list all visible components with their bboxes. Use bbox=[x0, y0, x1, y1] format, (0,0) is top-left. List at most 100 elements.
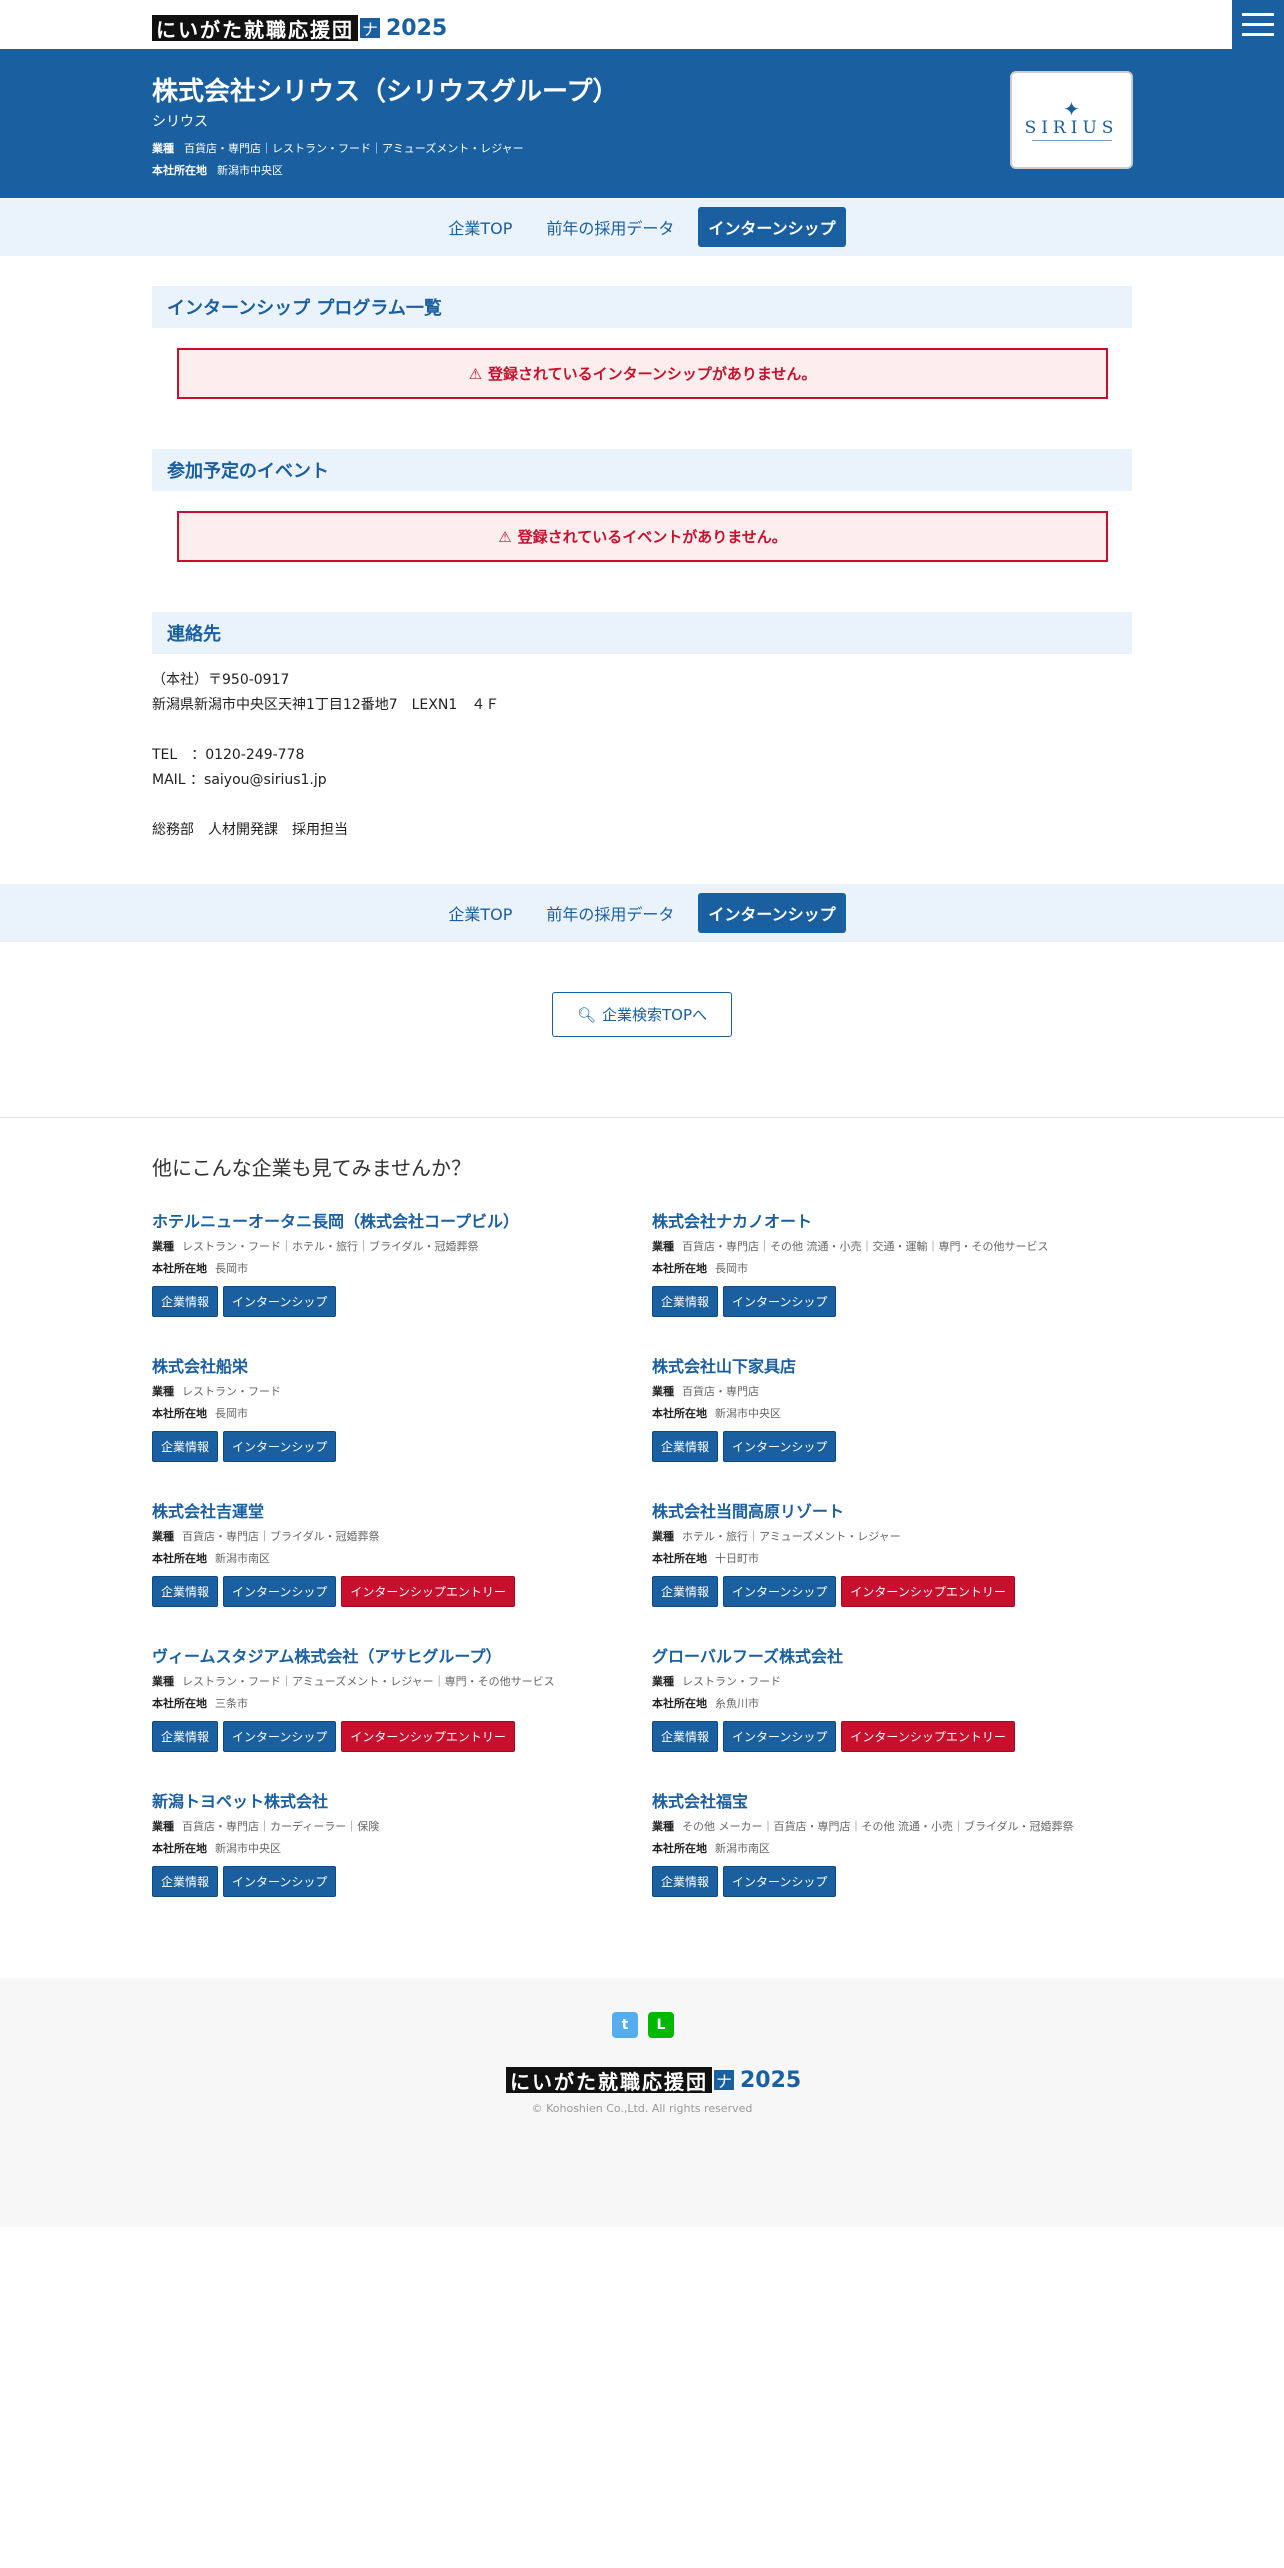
internship-button[interactable]: インターンシップ bbox=[223, 1286, 337, 1317]
twitter-icon[interactable]: t bbox=[612, 2012, 638, 2038]
search-icon: 🔍︎ bbox=[576, 1005, 597, 1024]
line-icon[interactable]: L bbox=[648, 2012, 674, 2038]
tab-internship[interactable]: インターンシップ bbox=[698, 207, 846, 247]
tab-internship[interactable]: インターンシップ bbox=[698, 893, 846, 933]
company-card-location: 本社所在地 新潟市中央区 bbox=[652, 1405, 1132, 1421]
company-card-buttons: 企業情報 インターンシップ bbox=[652, 1431, 1132, 1462]
tab-company-top[interactable]: 企業TOP bbox=[438, 207, 522, 247]
location-value: 長岡市 bbox=[215, 1262, 248, 1275]
tab-recruit-data[interactable]: 前年の採用データ bbox=[536, 893, 684, 933]
company-card-industry: 業種 レストラン・フード｜ホテル・旅行｜ブライダル・冠婚葬祭 bbox=[152, 1238, 632, 1254]
location-value: 新潟市南区 bbox=[715, 1842, 770, 1855]
contact-address: 新潟県新潟市中央区天神1丁目12番地7 LEXN1 ４Ｆ bbox=[152, 697, 500, 713]
industry-value: レストラン・フード bbox=[182, 1385, 281, 1398]
hamburger-menu-button[interactable] bbox=[1232, 0, 1284, 49]
company-card-location: 本社所在地 三条市 bbox=[152, 1695, 632, 1711]
location-value: 長岡市 bbox=[215, 1407, 248, 1420]
back-to-search-label: 企業検索TOPへ bbox=[602, 1006, 708, 1024]
industry-value: 百貨店・専門店｜ブライダル・冠婚葬祭 bbox=[182, 1530, 380, 1543]
internship-button[interactable]: インターンシップ bbox=[723, 1286, 837, 1317]
company-card-name[interactable]: ヴィームスタジアム株式会社（アサヒグループ） bbox=[152, 1643, 632, 1667]
company-card: 株式会社ナカノオート 業種 百貨店・専門店｜その他 流通・小売｜交通・運輸｜専門・そ… bbox=[652, 1208, 1132, 1317]
company-industry: 業種 百貨店・専門店｜レストラン・フード｜アミューズメント・レジャー bbox=[152, 140, 524, 156]
tab-recruit-data[interactable]: 前年の採用データ bbox=[536, 207, 684, 247]
company-card: グローバルフーズ株式会社 業種 レストラン・フード 本社所在地 糸魚川市 企業情報 インター… bbox=[652, 1643, 1132, 1752]
location-label: 本社所在地 bbox=[152, 1697, 207, 1710]
company-logo-word: SIRIUS bbox=[1024, 117, 1119, 138]
industry-value: レストラン・フード｜アミューズメント・レジャー｜専門・その他サービス bbox=[182, 1675, 555, 1688]
internship-section-title: インターンシップ プログラム一覧 bbox=[152, 286, 1132, 328]
company-card: ヴィームスタジアム株式会社（アサヒグループ） 業種 レストラン・フード｜アミューズメ… bbox=[152, 1643, 632, 1752]
site-logo[interactable]: にいがた就職応援団 ナ 2025 bbox=[152, 14, 447, 42]
company-card-buttons: 企業情報 インターンシップ インターンシップエントリー bbox=[152, 1576, 632, 1607]
internship-button[interactable]: インターンシップ bbox=[723, 1721, 837, 1752]
contact-address-label: （本社）〒950-0917 bbox=[152, 672, 290, 688]
company-info-button[interactable]: 企業情報 bbox=[152, 1721, 219, 1752]
company-card-location: 本社所在地 糸魚川市 bbox=[652, 1695, 1132, 1711]
company-card-name[interactable]: 新潟トヨペット株式会社 bbox=[152, 1788, 632, 1812]
company-card: 新潟トヨペット株式会社 業種 百貨店・専門店｜カーディーラー｜保険 本社所在地 新潟市中… bbox=[152, 1788, 632, 1897]
company-card-location: 本社所在地 長岡市 bbox=[152, 1260, 632, 1276]
company-card-name[interactable]: 株式会社当間高原リゾート bbox=[652, 1498, 1132, 1522]
events-alert-text: 登録されているイベントがありません。 bbox=[517, 528, 787, 546]
company-card-buttons: 企業情報 インターンシップ インターンシップエントリー bbox=[652, 1721, 1132, 1752]
internship-button[interactable]: インターンシップ bbox=[723, 1431, 837, 1462]
logo-mark: ナ bbox=[360, 18, 380, 39]
internship-entry-button[interactable]: インターンシップエントリー bbox=[341, 1721, 515, 1752]
company-card-name[interactable]: 株式会社ナカノオート bbox=[652, 1208, 1132, 1232]
internship-button[interactable]: インターンシップ bbox=[223, 1866, 337, 1897]
company-card-name[interactable]: グローバルフーズ株式会社 bbox=[652, 1643, 1132, 1667]
industry-value: ホテル・旅行｜アミューズメント・レジャー bbox=[682, 1530, 901, 1543]
company-card-name[interactable]: 株式会社吉運堂 bbox=[152, 1498, 632, 1522]
company-card-name[interactable]: 株式会社船栄 bbox=[152, 1353, 632, 1377]
industry-value: 百貨店・専門店｜その他 流通・小売｜交通・運輸｜専門・その他サービス bbox=[682, 1240, 1049, 1253]
industry-label: 業種 bbox=[652, 1530, 674, 1543]
company-info-button[interactable]: 企業情報 bbox=[652, 1576, 719, 1607]
company-card-name[interactable]: 株式会社福宝 bbox=[652, 1788, 1132, 1812]
company-tabs-bottom: 企業TOP 前年の採用データ インターンシップ bbox=[0, 884, 1284, 942]
back-to-search-button[interactable]: 🔍︎ 企業検索TOPへ bbox=[552, 992, 732, 1037]
industry-label: 業種 bbox=[152, 1530, 174, 1543]
company-card-buttons: 企業情報 インターンシップ bbox=[152, 1286, 632, 1317]
location-label: 本社所在地 bbox=[152, 164, 207, 177]
internship-button[interactable]: インターンシップ bbox=[223, 1576, 337, 1607]
location-label: 本社所在地 bbox=[652, 1697, 707, 1710]
internship-button[interactable]: インターンシップ bbox=[223, 1721, 337, 1752]
location-value: 新潟市中央区 bbox=[217, 164, 283, 177]
tab-company-top[interactable]: 企業TOP bbox=[438, 893, 522, 933]
company-card: 株式会社吉運堂 業種 百貨店・専門店｜ブライダル・冠婚葬祭 本社所在地 新潟市南区 企業情… bbox=[152, 1498, 632, 1607]
company-card-industry: 業種 その他 メーカー｜百貨店・専門店｜その他 流通・小売｜ブライダル・冠婚葬祭 bbox=[652, 1818, 1132, 1834]
menu-bar bbox=[1242, 23, 1274, 26]
industry-label: 業種 bbox=[152, 1820, 174, 1833]
internship-button[interactable]: インターンシップ bbox=[723, 1866, 837, 1897]
company-info-button[interactable]: 企業情報 bbox=[652, 1721, 719, 1752]
location-value: 長岡市 bbox=[715, 1262, 748, 1275]
contact-section-title: 連絡先 bbox=[152, 612, 1132, 654]
internship-entry-button[interactable]: インターンシップエントリー bbox=[841, 1721, 1015, 1752]
logo-mark: ナ bbox=[714, 2070, 734, 2091]
company-info-button[interactable]: 企業情報 bbox=[152, 1866, 219, 1897]
internship-entry-button[interactable]: インターンシップエントリー bbox=[341, 1576, 515, 1607]
company-card: 株式会社船栄 業種 レストラン・フード 本社所在地 長岡市 企業情報 インターンシップ bbox=[152, 1353, 632, 1462]
internship-button[interactable]: インターンシップ bbox=[223, 1431, 337, 1462]
internship-entry-button[interactable]: インターンシップエントリー bbox=[841, 1576, 1015, 1607]
location-label: 本社所在地 bbox=[152, 1407, 207, 1420]
footer-logo[interactable]: にいがた就職応援団 ナ 2025 bbox=[506, 2066, 801, 2094]
company-info-button[interactable]: 企業情報 bbox=[652, 1431, 719, 1462]
menu-bar bbox=[1242, 13, 1274, 16]
internship-alert-text: 登録されているインターンシップがありません。 bbox=[488, 365, 817, 383]
company-info-button[interactable]: 企業情報 bbox=[652, 1866, 719, 1897]
company-info-button[interactable]: 企業情報 bbox=[152, 1431, 219, 1462]
company-card-name[interactable]: ホテルニューオータニ長岡（株式会社コープビル） bbox=[152, 1208, 632, 1232]
internship-button[interactable]: インターンシップ bbox=[723, 1576, 837, 1607]
social-links: t L bbox=[612, 2012, 674, 2038]
company-card: ホテルニューオータニ長岡（株式会社コープビル） 業種 レストラン・フード｜ホテル・旅… bbox=[152, 1208, 632, 1317]
company-info-button[interactable]: 企業情報 bbox=[652, 1286, 719, 1317]
contact-mail: MAIL ：saiyou@sirius1.jp bbox=[152, 772, 327, 788]
location-value: 十日町市 bbox=[715, 1552, 759, 1565]
company-tabs-top: 企業TOP 前年の採用データ インターンシップ bbox=[0, 198, 1284, 256]
company-card-industry: 業種 ホテル・旅行｜アミューズメント・レジャー bbox=[652, 1528, 1132, 1544]
company-card-name[interactable]: 株式会社山下家具店 bbox=[652, 1353, 1132, 1377]
company-info-button[interactable]: 企業情報 bbox=[152, 1286, 219, 1317]
company-info-button[interactable]: 企業情報 bbox=[152, 1576, 219, 1607]
